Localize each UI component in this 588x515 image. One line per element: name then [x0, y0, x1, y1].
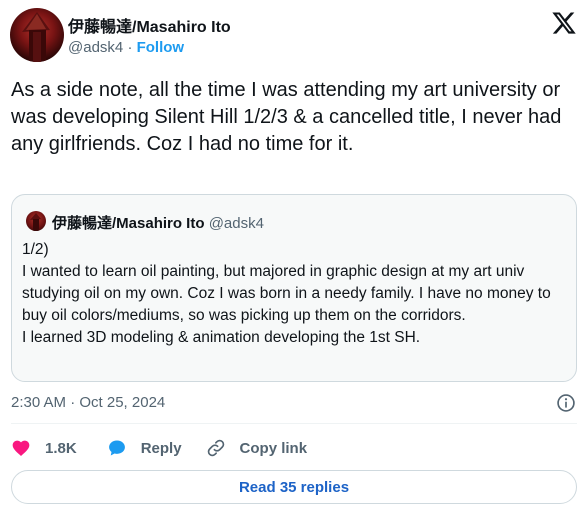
quote-line: I learned 3D modeling & animation develo…	[22, 329, 421, 346]
pyramid-head-avatar-icon	[30, 213, 41, 231]
quoted-tweet[interactable]: 伊藤暢達/Masahiro Ito @adsk4 1/2) I wanted t…	[11, 194, 577, 382]
like-button[interactable]: 1.8K	[11, 438, 77, 458]
read-replies-button[interactable]: Read 35 replies	[11, 470, 577, 504]
copy-link-label: Copy link	[239, 439, 308, 457]
follow-button[interactable]: Follow	[137, 39, 185, 56]
quote-author-handle: @adsk4	[208, 215, 264, 232]
copy-link-button[interactable]: Copy link	[206, 438, 308, 458]
author-avatar[interactable]	[10, 8, 64, 62]
tweet-timestamp[interactable]: 2:30 AM · Oct 25, 2024	[11, 394, 165, 411]
author-handle[interactable]: @adsk4	[68, 39, 123, 56]
action-bar: 1.8K Reply Copy link	[11, 436, 307, 460]
pyramid-head-avatar-icon	[22, 12, 50, 62]
info-icon[interactable]	[556, 393, 576, 413]
quote-author-name: 伊藤暢達/Masahiro Ito	[52, 215, 205, 232]
author-handle-row: @adsk4 · Follow	[68, 39, 184, 56]
like-count: 1.8K	[45, 439, 77, 457]
quote-text: 1/2) I wanted to learn oil painting, but…	[22, 239, 568, 349]
author-name[interactable]: 伊藤暢達/Masahiro Ito	[68, 13, 231, 37]
handle-separator: ·	[127, 39, 133, 56]
reply-label: Reply	[140, 439, 182, 457]
divider	[11, 423, 577, 424]
heart-icon	[12, 440, 30, 456]
tweet-text: As a side note, all the time I was atten…	[11, 79, 562, 155]
quote-line: 1/2)	[22, 241, 49, 258]
x-logo-icon[interactable]	[551, 10, 577, 36]
link-icon	[207, 439, 224, 457]
reply-button[interactable]: Reply	[107, 438, 182, 458]
reply-bubble-icon	[108, 440, 125, 456]
quote-author-line: 伊藤暢達/Masahiro Ito @adsk4	[52, 212, 264, 233]
quote-author-avatar	[26, 211, 46, 231]
quote-line: I wanted to learn oil painting, but majo…	[22, 263, 551, 324]
